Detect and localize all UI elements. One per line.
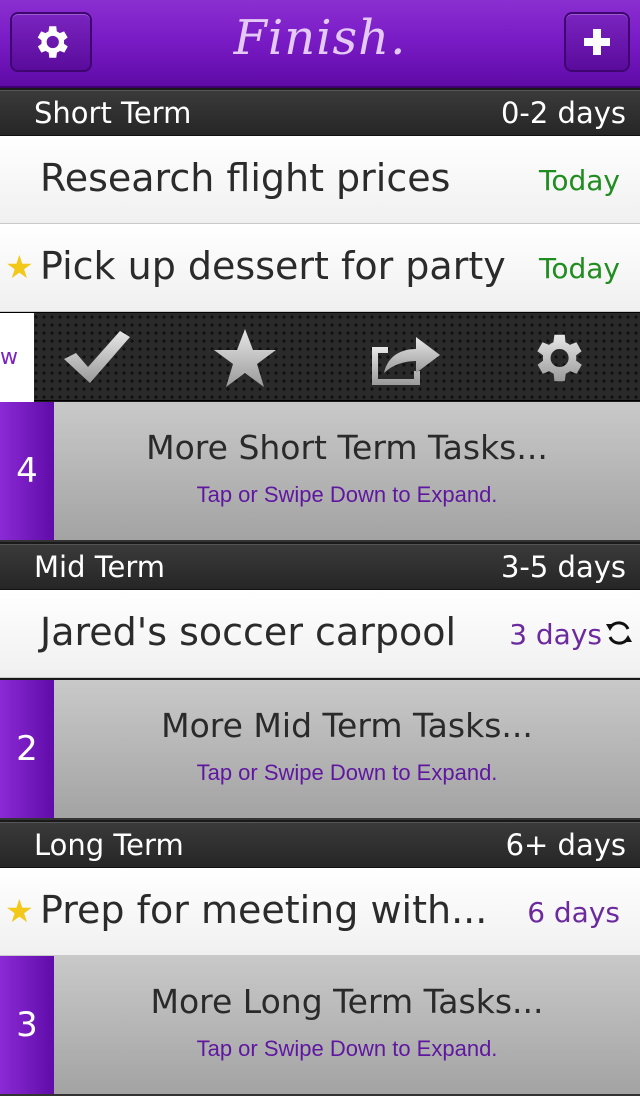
star-task-button[interactable] [212, 327, 278, 393]
task-row[interactable]: ★ Prep for meeting with... 6 days [0, 868, 640, 956]
more-tasks-label: More Short Term Tasks... [146, 428, 548, 467]
task-due: Today [539, 252, 620, 285]
task-row[interactable]: Research flight prices Today [0, 136, 640, 224]
task-title: Prep for meeting with... [40, 888, 488, 932]
task-due: 6 days [527, 896, 620, 929]
section-header-mid-term: Mid Term 3-5 days [0, 544, 640, 590]
swiped-row-text: w [0, 345, 18, 370]
section-header-short-term: Short Term 0-2 days [0, 90, 640, 136]
more-tasks-label: More Mid Term Tasks... [161, 706, 533, 745]
more-tasks-label: More Long Term Tasks... [150, 982, 544, 1021]
more-tasks-long-term[interactable]: 3 More Long Term Tasks... Tap or Swipe D… [0, 956, 640, 1096]
star-icon: ★ [5, 248, 34, 286]
task-title: Research flight prices [40, 156, 451, 200]
section-title: Short Term [34, 96, 192, 130]
more-tasks-short-term[interactable]: 4 More Short Term Tasks... Tap or Swipe … [0, 402, 640, 542]
section-range: 0-2 days [500, 96, 626, 130]
check-icon [64, 331, 130, 383]
expand-hint: Tap or Swipe Down to Expand. [196, 760, 498, 785]
complete-button[interactable] [60, 327, 134, 391]
task-row[interactable]: Jared's soccer carpool 3 days [0, 590, 640, 678]
section-title: Long Term [34, 828, 184, 862]
star-icon: ★ [5, 892, 34, 930]
task-title: Jared's soccer carpool [40, 610, 456, 654]
hidden-count-badge: 3 [0, 956, 54, 1094]
gear-icon [537, 334, 582, 382]
expand-hint: Tap or Swipe Down to Expand. [196, 1036, 498, 1061]
more-tasks-mid-term[interactable]: 2 More Mid Term Tasks... Tap or Swipe Do… [0, 680, 640, 820]
repeat-icon [604, 618, 634, 652]
star-icon [214, 329, 276, 387]
share-icon [372, 337, 440, 385]
app-logo: Finish. [233, 10, 407, 66]
expand-hint: Tap or Swipe Down to Expand. [196, 482, 498, 507]
task-due: 3 days [509, 618, 602, 651]
section-header-long-term: Long Term 6+ days [0, 822, 640, 868]
plus-icon [584, 29, 610, 55]
section-range: 3-5 days [500, 550, 626, 584]
swiped-row-edge: w [0, 313, 34, 402]
hidden-count-badge: 4 [0, 402, 54, 540]
task-action-bar: w [0, 312, 640, 402]
add-task-button[interactable] [564, 12, 630, 72]
section-title: Mid Term [34, 550, 165, 584]
task-due: Today [539, 164, 620, 197]
task-row[interactable]: ★ Pick up dessert for party Today [0, 224, 640, 312]
task-settings-button[interactable] [524, 327, 590, 393]
hidden-count-badge: 2 [0, 680, 54, 818]
share-button[interactable] [368, 327, 442, 393]
task-title: Pick up dessert for party [40, 244, 506, 288]
section-range: 6+ days [505, 828, 626, 862]
top-bar: Finish. [0, 0, 640, 88]
